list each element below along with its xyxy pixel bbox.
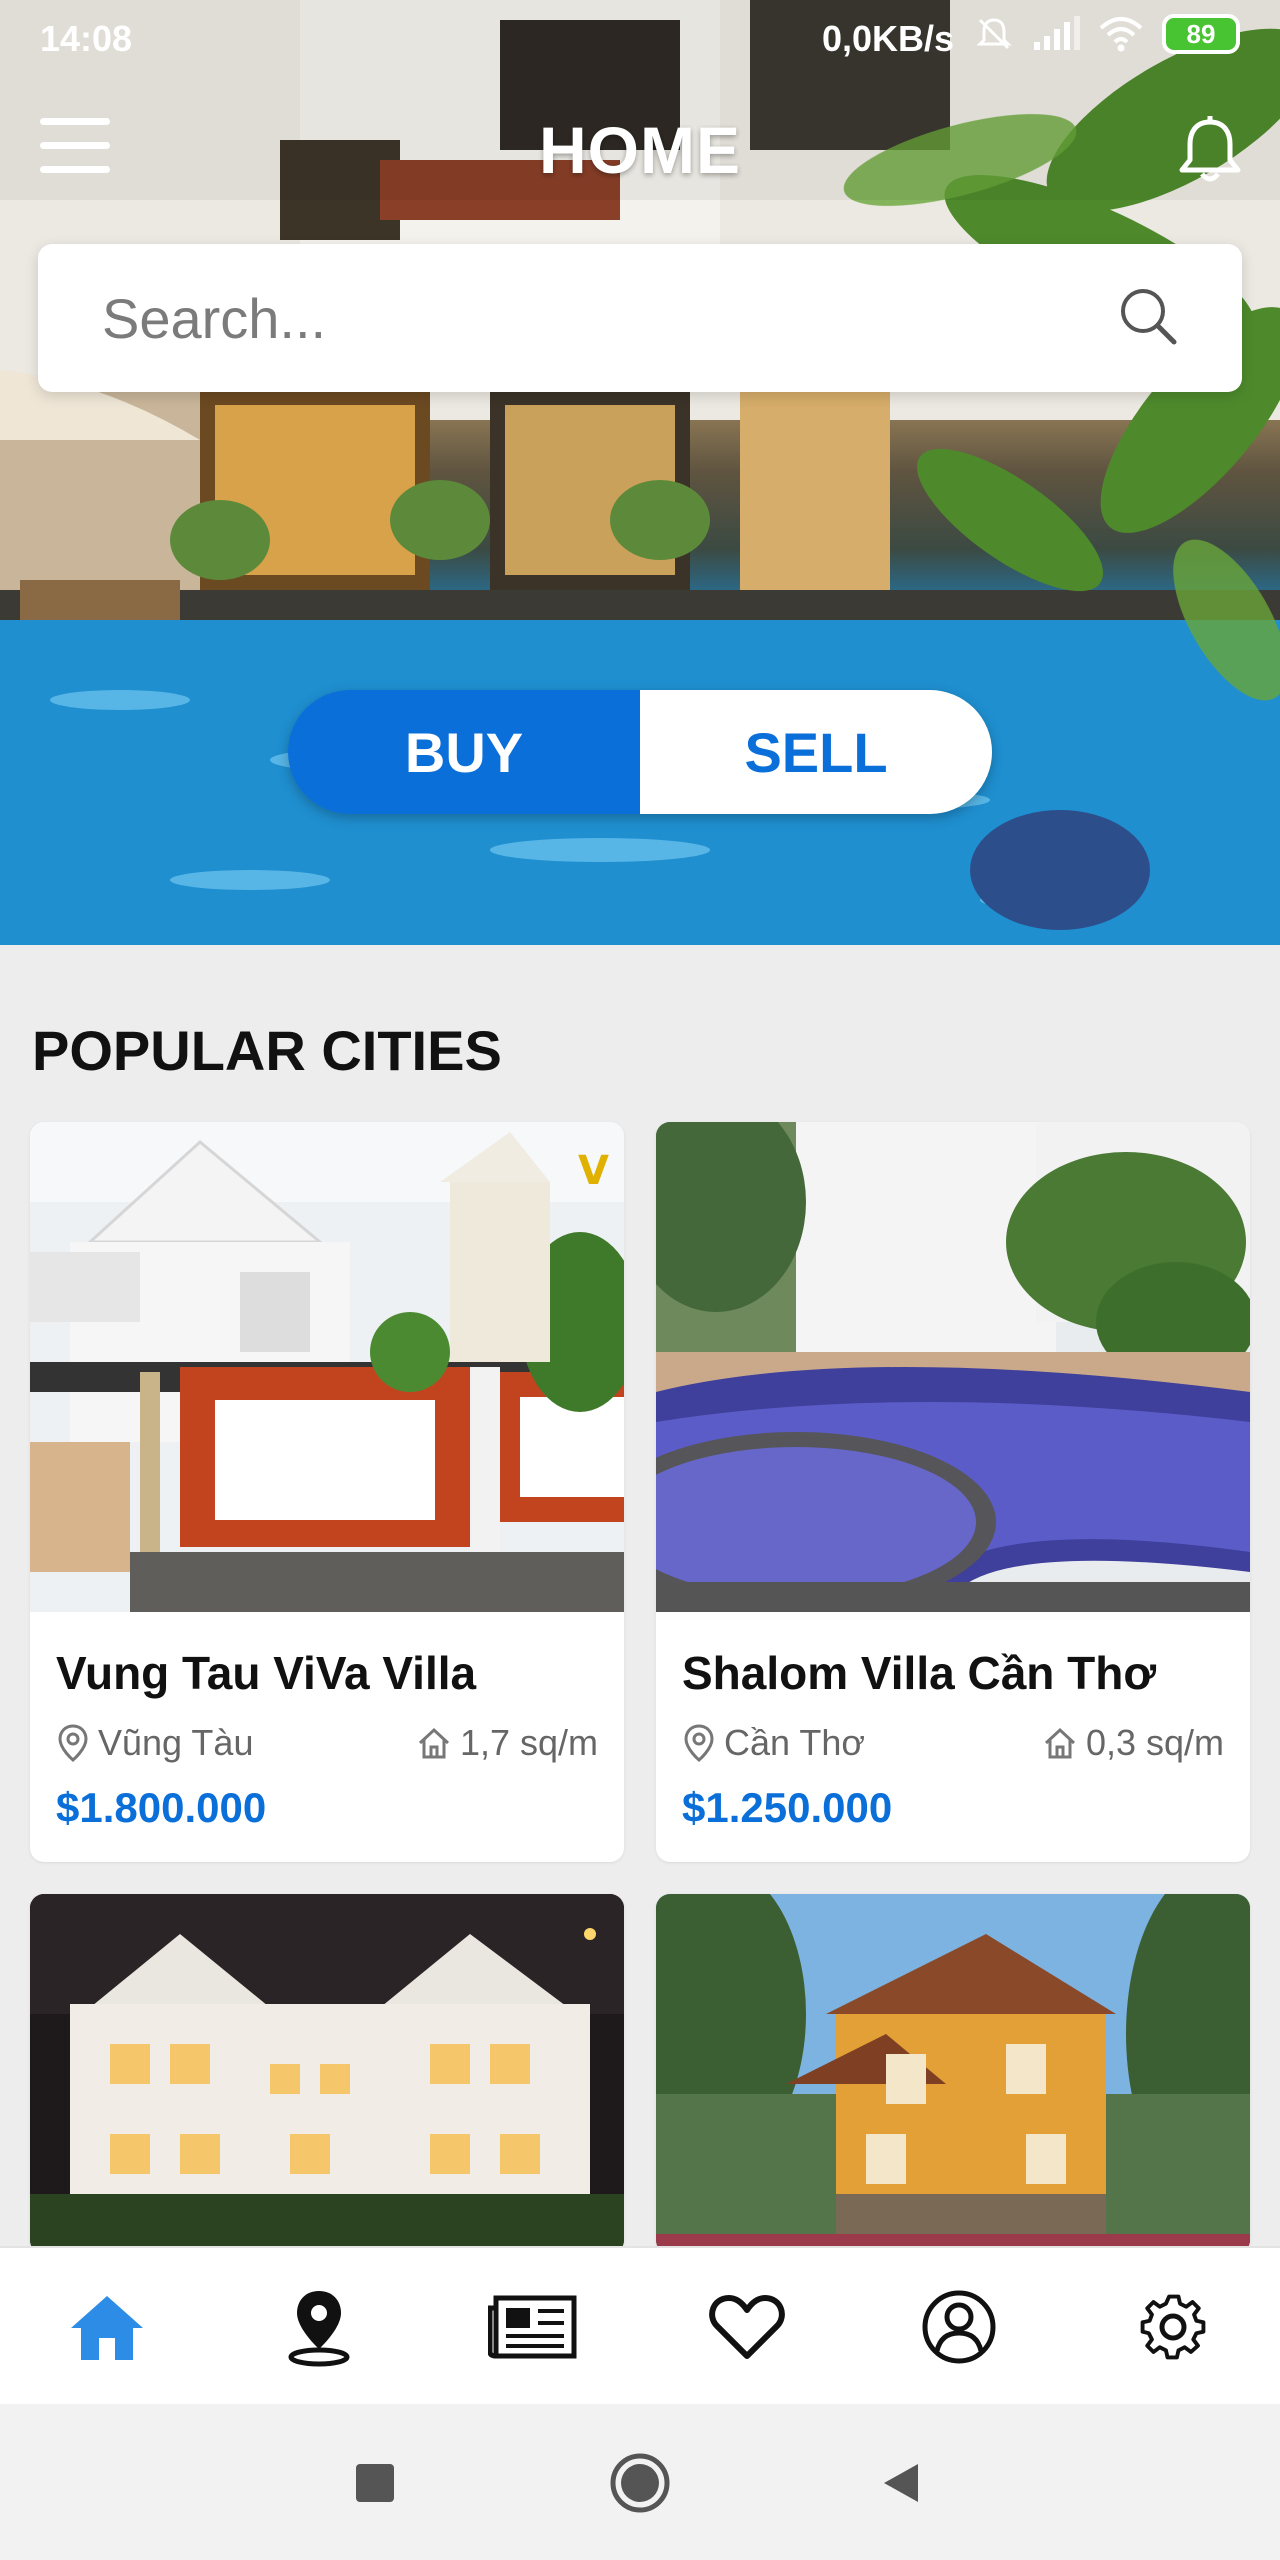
mute-bell-icon — [976, 18, 1012, 50]
system-navigation-bar — [0, 2404, 1280, 2560]
nav-profile[interactable] — [914, 2282, 1004, 2372]
page-title: HOME — [539, 113, 741, 187]
property-card[interactable] — [656, 1894, 1250, 2254]
property-area-text: 1,7 sq/m — [459, 1722, 598, 1763]
status-icons: 89 — [974, 14, 1240, 54]
square-icon — [356, 2464, 394, 2502]
house-icon — [418, 1727, 449, 1759]
home-system-button[interactable] — [605, 2448, 675, 2518]
nav-settings[interactable] — [1128, 2282, 1218, 2372]
status-bar: 14:08 0,0KB/s 89 — [0, 0, 1280, 80]
section-title: POPULAR CITIES — [32, 1019, 502, 1082]
property-photo: V — [30, 1122, 624, 1612]
notification-bell-icon[interactable] — [1170, 108, 1250, 188]
network-speed: 0,0KB/s — [822, 18, 955, 59]
buy-sell-toggle: BUY SELL — [288, 690, 992, 814]
wifi-icon — [1099, 17, 1143, 52]
property-price: $1.800.000 — [56, 1784, 267, 1831]
battery-indicator: 89 — [1162, 14, 1240, 54]
profile-icon — [922, 2290, 996, 2364]
back-triangle-icon — [884, 2464, 918, 2502]
property-card[interactable]: V Vung Tau ViVa Villa Vũng Tàu 1,7 sq/m … — [30, 1122, 624, 1862]
location-pin-icon — [684, 1724, 714, 1762]
property-area: 1,7 sq/m — [416, 1722, 598, 1764]
property-price: $1.250.000 — [682, 1784, 893, 1831]
signal-icon — [1034, 16, 1080, 50]
sell-button[interactable]: SELL — [640, 690, 992, 814]
house-icon — [1044, 1727, 1075, 1759]
property-card[interactable]: Shalom Villa Cần Thơ Cần Thơ 0,3 sq/m $1… — [656, 1122, 1250, 1862]
heart-icon — [709, 2295, 785, 2359]
status-time: 14:08 — [40, 18, 133, 59]
buy-button[interactable]: BUY — [288, 690, 640, 814]
nav-map[interactable] — [274, 2282, 364, 2372]
property-location-text: Vũng Tàu — [98, 1722, 254, 1763]
settings-icon — [1140, 2294, 1206, 2360]
nav-news[interactable] — [488, 2282, 578, 2372]
property-location-text: Cần Thơ — [724, 1722, 866, 1763]
search-icon[interactable] — [1116, 284, 1180, 348]
search-input[interactable] — [102, 278, 1082, 358]
recent-apps-button[interactable] — [340, 2448, 410, 2518]
news-icon — [488, 2295, 577, 2359]
property-name: Vung Tau ViVa Villa — [56, 1647, 477, 1699]
property-location: Cần Thơ — [682, 1722, 865, 1764]
search-bar[interactable] — [38, 244, 1242, 392]
property-area: 0,3 sq/m — [1042, 1722, 1224, 1764]
bottom-navigation — [0, 2246, 1280, 2404]
property-photo — [30, 1894, 624, 2254]
property-location: Vũng Tàu — [56, 1722, 253, 1764]
circle-icon — [610, 2453, 670, 2513]
nav-favorites[interactable] — [702, 2282, 792, 2372]
map-pin-icon — [288, 2291, 350, 2367]
property-photo — [656, 1122, 1250, 1612]
nav-home[interactable] — [62, 2282, 152, 2372]
property-card[interactable] — [30, 1894, 624, 2254]
home-icon — [71, 2296, 143, 2360]
property-photo — [656, 1894, 1250, 2254]
back-button[interactable] — [866, 2448, 936, 2518]
svg-text:V: V — [578, 1148, 609, 1194]
location-pin-icon — [58, 1724, 88, 1762]
property-name: Shalom Villa Cần Thơ — [682, 1647, 1157, 1699]
property-area-text: 0,3 sq/m — [1085, 1722, 1224, 1763]
